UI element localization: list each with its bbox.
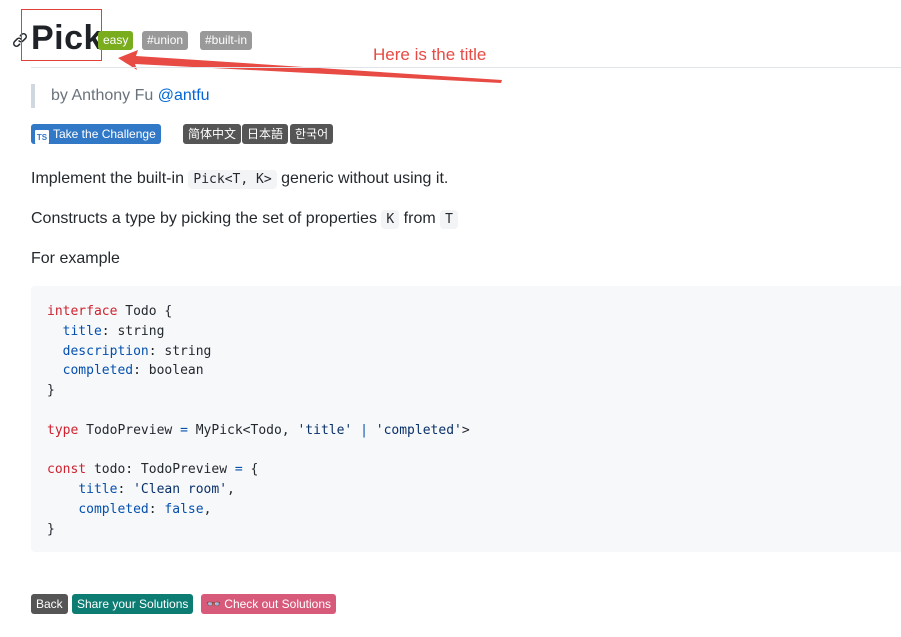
description-paragraph-2: Constructs a type by picking the set of … (31, 207, 458, 232)
author-quote: by Anthony Fu @antfu (31, 84, 210, 108)
take-challenge-button[interactable]: TS Take the Challenge (31, 124, 161, 144)
lang-zh-button[interactable]: 简体中文 (183, 124, 242, 144)
code-token: : boolean (133, 363, 204, 379)
code-token: : string (101, 323, 165, 339)
code-token: MyPick<Todo, (187, 422, 298, 438)
code-token: todo: TodoPreview (86, 462, 235, 478)
title-divider (31, 67, 901, 68)
code-token: TodoPreview (78, 422, 181, 438)
typescript-icon: TS (35, 130, 49, 144)
code-token: : (117, 482, 134, 498)
inline-code-t: T (440, 210, 458, 229)
code-token: } (47, 383, 55, 399)
inline-code-pick: Pick<T, K> (188, 170, 277, 189)
code-token: completed (62, 363, 134, 379)
code-token: , (203, 501, 212, 517)
lang-ja-button[interactable]: 日本語 (242, 124, 289, 144)
p1-text-before: Implement the built-in (31, 170, 189, 187)
back-button[interactable]: Back (31, 594, 68, 614)
p2-text-mid: from (399, 210, 441, 227)
code-token: = (180, 422, 188, 438)
page-title: Pick (31, 19, 103, 57)
code-content: interface Todo { title: string descripti… (47, 302, 885, 540)
code-token: interface (47, 304, 118, 319)
code-token: } (47, 521, 55, 537)
code-token: const (47, 462, 87, 478)
p2-text-before: Constructs a type by picking the set of … (31, 210, 382, 227)
annotation-text: Here is the title (373, 45, 487, 64)
code-token: > (461, 422, 470, 438)
description-paragraph-3: For example (31, 250, 120, 267)
code-token: description (62, 343, 149, 359)
code-token: completed (78, 501, 149, 517)
code-token: : string (148, 343, 212, 359)
code-token: = (234, 462, 243, 478)
code-token: { (242, 462, 259, 478)
code-token: title (62, 323, 102, 339)
code-token: title (78, 482, 118, 498)
inline-code-k: K (381, 210, 400, 229)
author-prefix: by Anthony Fu (51, 87, 154, 104)
code-token: Todo { (117, 304, 173, 319)
check-out-solutions-button[interactable]: 👓 Check out Solutions (201, 594, 337, 614)
author-handle-link[interactable]: @antfu (158, 87, 210, 104)
description-paragraph-1: Implement the built-in Pick<T, K> generi… (31, 167, 448, 192)
code-token: 'completed' (375, 422, 462, 438)
take-challenge-label: Take the Challenge (53, 127, 156, 141)
code-block[interactable]: interface Todo { title: string descripti… (31, 286, 901, 552)
code-token: 'Clean room' (133, 482, 228, 498)
code-token: , (227, 482, 235, 498)
lang-ko-button[interactable]: 한국어 (290, 124, 334, 144)
share-solutions-button[interactable]: Share your Solutions (72, 594, 194, 614)
code-token: 'title' (297, 422, 353, 438)
code-token: | (360, 422, 368, 438)
code-token: : (148, 501, 165, 517)
p1-text-after: generic without using it. (276, 170, 449, 187)
code-token: type (47, 422, 79, 438)
code-token: false (164, 501, 204, 517)
